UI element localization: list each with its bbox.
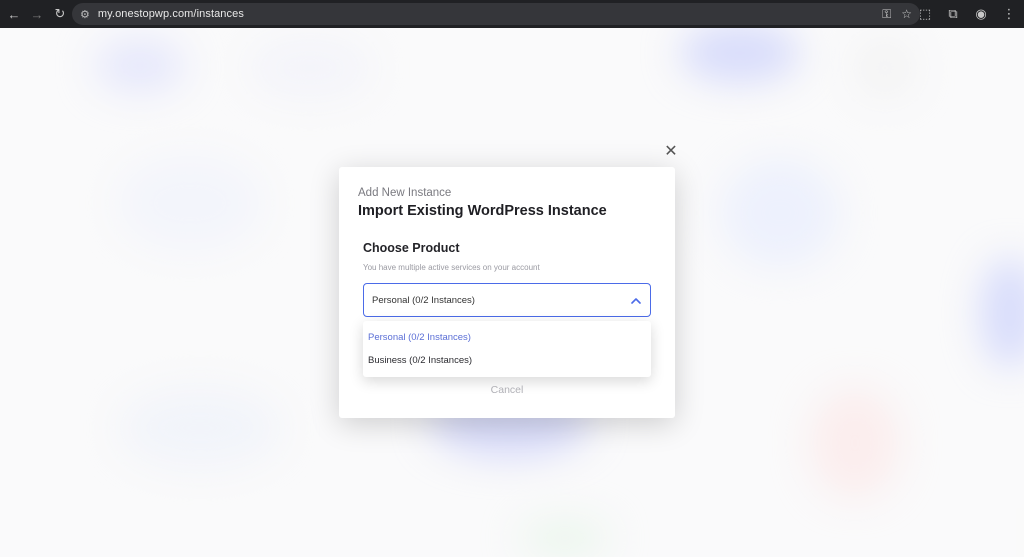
tune-icon[interactable]: ⚙: [80, 8, 90, 21]
sync-icon[interactable]: ⧉: [942, 3, 964, 25]
chevron-up-icon[interactable]: [630, 294, 642, 306]
extensions-icon[interactable]: ⬚: [914, 3, 936, 25]
close-icon[interactable]: ✕: [663, 144, 679, 160]
option-personal[interactable]: Personal (0/2 Instances): [368, 332, 471, 343]
address-bar[interactable]: ⚙ my.onestopwp.com/instances ⚿ ☆: [72, 3, 920, 25]
url-text[interactable]: my.onestopwp.com/instances: [98, 8, 872, 20]
key-icon[interactable]: ⚿: [882, 7, 891, 22]
more-icon[interactable]: ⋮: [998, 3, 1020, 25]
cancel-button[interactable]: Cancel: [339, 384, 675, 396]
product-select[interactable]: Personal (0/2 Instances): [363, 283, 651, 317]
forward-icon[interactable]: →: [26, 3, 48, 25]
product-dropdown: Personal (0/2 Instances) Business (0/2 I…: [363, 321, 651, 377]
section-title: Choose Product: [363, 241, 460, 255]
modal-title: Import Existing WordPress Instance: [358, 203, 607, 219]
profile-icon[interactable]: ◉: [970, 3, 992, 25]
section-subtitle: You have multiple active services on you…: [363, 263, 540, 272]
modal-eyebrow: Add New Instance: [358, 187, 452, 199]
product-select-value: Personal (0/2 Instances): [372, 294, 475, 306]
back-icon[interactable]: ←: [3, 3, 25, 25]
reload-icon[interactable]: ↻: [49, 3, 71, 25]
import-instance-modal: Add New Instance Import Existing WordPre…: [339, 167, 675, 418]
browser-toolbar: ← → ↻ ⚙ my.onestopwp.com/instances ⚿ ☆ ⬚…: [0, 0, 1024, 28]
option-business[interactable]: Business (0/2 Instances): [368, 355, 472, 366]
star-icon[interactable]: ☆: [901, 7, 912, 21]
